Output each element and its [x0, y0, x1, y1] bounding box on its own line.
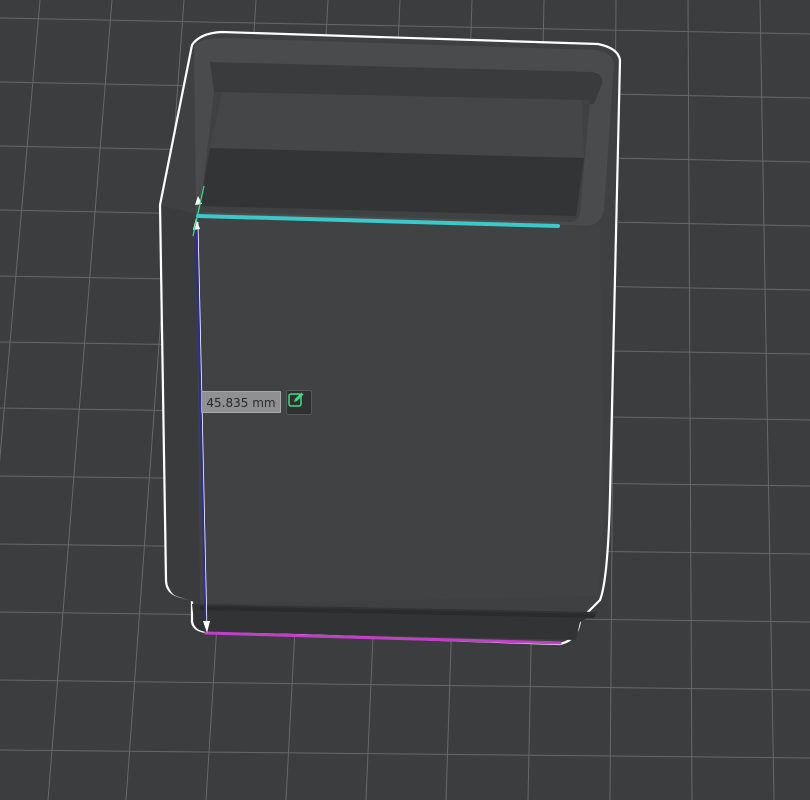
cavity-back-wall: [210, 92, 584, 158]
viewport-canvas[interactable]: [0, 0, 810, 800]
edit-pencil-icon: [288, 392, 304, 407]
model-left-face: [162, 206, 200, 604]
edit-measurement-button[interactable]: [286, 390, 312, 415]
cavity-floor: [200, 148, 584, 216]
3d-viewport[interactable]: 45.835 mm: [0, 0, 810, 800]
measurement-value-label: 45.835 mm: [201, 391, 281, 413]
model-box[interactable]: [158, 30, 622, 646]
